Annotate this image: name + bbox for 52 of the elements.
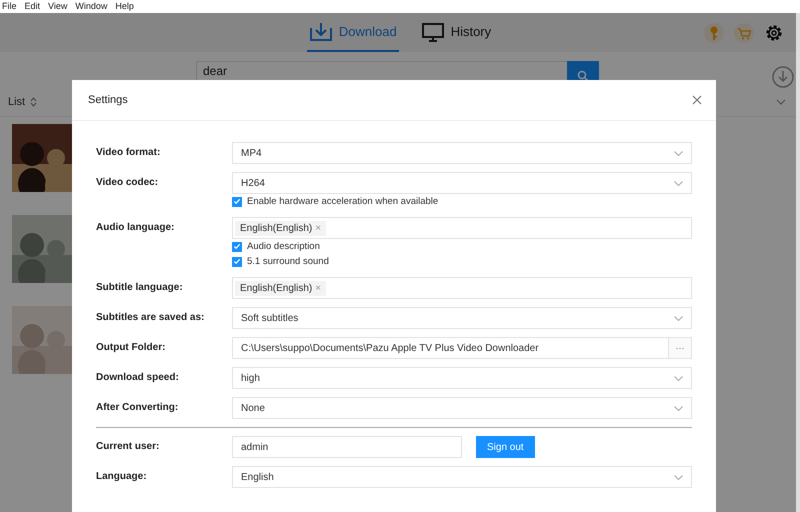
menu-item[interactable]: View [48,0,68,13]
monitor-icon [420,22,445,42]
menu-item[interactable]: Window [75,0,108,13]
sort-icon [30,97,38,107]
checkbox[interactable] [232,242,242,252]
chevron-icon [674,376,683,380]
chevron-icon [674,406,683,410]
sort-button[interactable]: List [8,96,38,108]
chevron-icon[interactable] [776,99,786,105]
field-label: Current user: [96,440,160,454]
user-field: admin [232,436,462,458]
select-field[interactable]: English [232,466,692,488]
select-field[interactable]: None [232,397,692,419]
select-field[interactable]: MP4 [232,142,692,164]
chevron-icon [674,474,683,480]
language-tag: English(English) × [235,220,326,236]
chevron-icon [674,150,683,156]
language-tag: English(English) × [235,280,326,296]
menu-item[interactable]: Edit [24,0,40,13]
chevron-icon [674,316,683,320]
field-label: Audio language: [96,221,176,235]
close-icon[interactable] [692,95,702,105]
field-label: Subtitles are saved as: [96,311,206,325]
field-label: Download speed: [96,371,180,385]
cart-icon[interactable] [734,23,754,43]
checkbox[interactable] [232,196,242,206]
select-field[interactable]: Soft subtitles [232,307,692,329]
checkbox-label: Audio description [247,241,320,252]
download-icon[interactable] [772,66,794,88]
checkbox[interactable] [232,256,242,266]
field-label: Output Folder: [96,341,166,355]
browse-button[interactable]: ··· [668,337,692,359]
chevron-icon [674,180,683,186]
checkbox-label: 5.1 surround sound [247,256,329,267]
select-field[interactable]: H264 [232,172,692,194]
field-label: After Converting: [96,401,180,415]
settings-icon[interactable] [764,23,784,43]
key-icon[interactable] [704,23,724,43]
download-icon [308,22,333,42]
checkbox-label: Enable hardware acceleration when available [247,196,438,207]
dialog-title: Settings [88,94,128,106]
field-label: Language: [96,470,148,484]
field-label: Video format: [96,146,162,160]
menu-item[interactable]: Help [115,0,134,13]
tag-field[interactable]: English(English) × [232,277,692,299]
folder-path-field[interactable]: C:\Users\suppo\Documents\Pazu Apple TV Plus Video Downloader [232,337,668,359]
field-label: Subtitle language: [96,281,184,295]
tab[interactable]: History [418,13,494,52]
menu-item[interactable]: File [2,0,17,13]
tag-field[interactable]: English(English) × [232,217,692,239]
field-label: Video codec: [96,176,160,190]
select-field[interactable]: high [232,367,692,389]
